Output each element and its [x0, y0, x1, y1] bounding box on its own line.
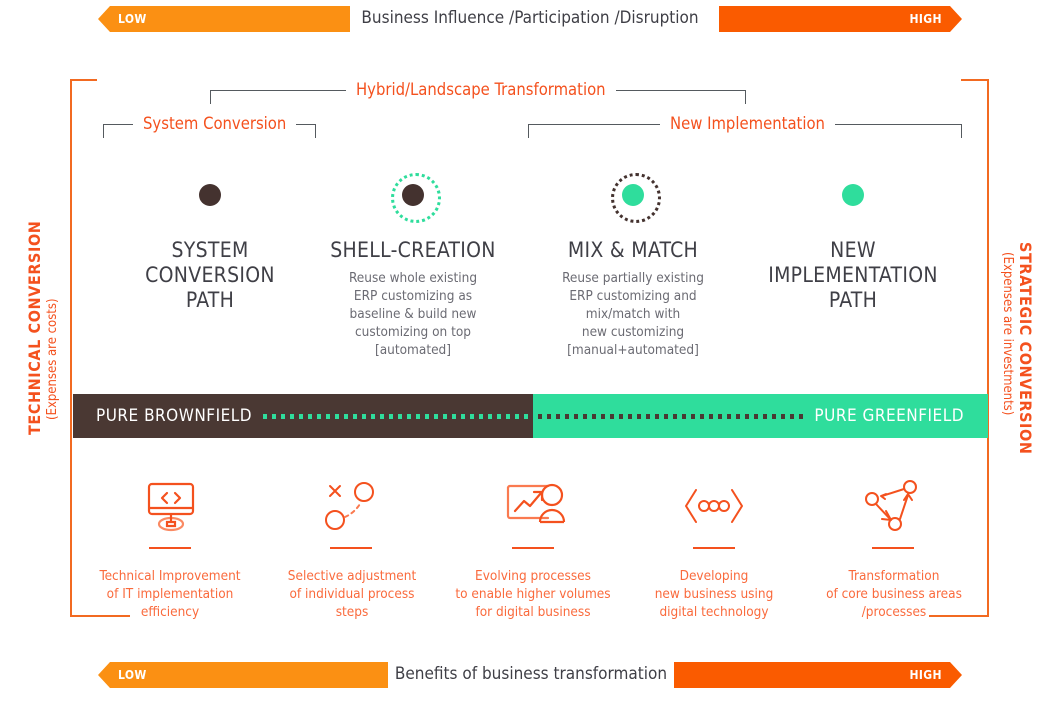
column-desc-mix-match: Reuse partially existing ERP customizing… — [538, 270, 728, 360]
column-title-system-conversion: SYSTEM CONVERSION PATH — [110, 238, 310, 312]
pure-greenfield-segment: PURE GREENFIELD — [533, 394, 988, 438]
benefit-text-line: efficiency — [140, 604, 200, 621]
column-desc-line: ERP customizing as — [353, 287, 473, 304]
column-dot-new-implementation — [842, 184, 864, 206]
growth-chart-person-icon — [500, 478, 568, 534]
bottom-scale-low-label: LOW — [118, 668, 147, 682]
top-scale-low-label: LOW — [118, 12, 147, 26]
top-scale-title: Business Influence /Participation /Disru… — [361, 8, 699, 28]
bracket-label-system-conversion: System Conversion — [133, 114, 297, 133]
column-desc-line: new customizing — [581, 323, 685, 340]
column-title-line: MIX & MATCH — [567, 238, 699, 262]
bracket-label-hybrid: Hybrid/Landscape Transformation — [346, 80, 616, 99]
benefit-text-2: Selective adjustment of individual proce… — [268, 567, 436, 622]
column-title-line: SYSTEM — [171, 238, 249, 262]
column-title-line: PATH — [185, 287, 235, 312]
column-title-line: PATH — [828, 287, 878, 312]
benefit-text-4: Developing new business using digital te… — [634, 567, 794, 622]
benefit-text-line: to enable higher volumes — [455, 586, 611, 603]
benefit-rule-3 — [512, 547, 554, 549]
benefit-rule-4 — [693, 547, 735, 549]
benefit-text-line: digital technology — [659, 604, 769, 621]
benefit-rule-5 — [872, 547, 914, 549]
benefit-text-line: for digital business — [475, 604, 591, 621]
column-title-shell-creation: SHELL-CREATION — [308, 238, 518, 263]
monitor-code-icon — [141, 478, 201, 534]
column-title-line: SHELL-CREATION — [330, 238, 496, 262]
benefit-text-line: steps — [335, 604, 369, 621]
column-title-line: CONVERSION — [145, 262, 275, 287]
frame-edge-left — [70, 79, 72, 617]
network-nodes-icon — [862, 478, 924, 534]
pure-greenfield-label: PURE GREENFIELD — [814, 406, 964, 426]
benefit-text-line: Technical Improvement — [99, 568, 241, 584]
chevrons-dots-icon — [682, 482, 746, 530]
bottom-scale-title: Benefits of business transformation — [394, 664, 668, 684]
benefit-text-1: Technical Improvement of IT implementati… — [85, 567, 255, 622]
column-desc-line: Reuse whole existing — [348, 270, 478, 286]
benefit-text-3: Evolving processes to enable higher volu… — [443, 567, 623, 622]
pure-brownfield-label: PURE BROWNFIELD — [96, 406, 253, 426]
bottom-scale-high-label: HIGH — [909, 668, 942, 682]
column-desc-line: mix/match with — [585, 305, 681, 322]
benefit-text-line: of core business areas — [826, 586, 962, 603]
brownfield-greenfield-bar: PURE BROWNFIELD PURE GREENFIELD — [73, 394, 988, 438]
column-desc-line: baseline & build new — [349, 305, 477, 322]
brownfield-dotted-line — [263, 413, 528, 419]
benefit-text-line: of IT implementation — [106, 586, 234, 603]
column-desc-line: customizing on top — [354, 323, 471, 340]
diagram-root: LOW HIGH Business Influence /Participati… — [0, 0, 1058, 707]
benefit-text-line: /processes — [861, 604, 927, 621]
column-dot-system-conversion — [199, 184, 221, 206]
benefit-text-line: new business using — [654, 586, 774, 603]
column-desc-line: Reuse partially existing — [562, 270, 704, 286]
column-dot-mix-match — [622, 184, 644, 206]
benefit-text-line: Selective adjustment — [287, 568, 417, 584]
column-dot-shell-creation — [402, 184, 424, 206]
column-desc-shell-creation: Reuse whole existing ERP customizing as … — [318, 270, 508, 360]
bracket-label-new-implementation: New Implementation — [660, 114, 835, 133]
top-scale-low-arrow: LOW — [98, 6, 350, 32]
column-title-line: NEW — [830, 238, 876, 262]
frame-corner-top-left — [70, 79, 97, 81]
bottom-scale-high-arrow: HIGH — [674, 662, 962, 688]
frame-corner-top-right — [961, 79, 989, 81]
left-axis-subtitle: (Expenses are costs) — [45, 298, 60, 420]
right-axis-subtitle: (Expenses are investments) — [1000, 252, 1015, 416]
column-desc-line: [automated] — [374, 341, 452, 358]
column-title-line: IMPLEMENTATION — [768, 262, 938, 287]
column-desc-line: ERP customizing and — [569, 287, 697, 304]
process-steps-icon — [322, 478, 380, 534]
benefit-rule-2 — [330, 547, 372, 549]
benefit-text-line: Developing — [679, 568, 749, 584]
frame-edge-right — [987, 79, 989, 617]
benefit-text-line: Evolving processes — [475, 568, 591, 584]
column-desc-line: [manual+automated] — [567, 341, 699, 358]
greenfield-dotted-line — [538, 413, 803, 419]
left-axis-title: TECHNICAL CONVERSION — [25, 220, 44, 435]
column-title-mix-match: MIX & MATCH — [528, 238, 738, 263]
benefit-rule-1 — [149, 547, 191, 549]
benefit-text-line: Transformation — [848, 568, 940, 584]
benefit-text-5: Transformation of core business areas /p… — [810, 567, 978, 622]
top-scale-high-arrow: HIGH — [719, 6, 962, 32]
benefit-text-line: of individual process — [289, 586, 415, 603]
right-axis-title: STRATEGIC CONVERSION — [1016, 242, 1035, 455]
top-scale-high-label: HIGH — [909, 12, 942, 26]
column-title-new-implementation: NEW IMPLEMENTATION PATH — [745, 238, 961, 312]
pure-brownfield-segment: PURE BROWNFIELD — [73, 394, 533, 438]
bottom-scale-low-arrow: LOW — [98, 662, 388, 688]
